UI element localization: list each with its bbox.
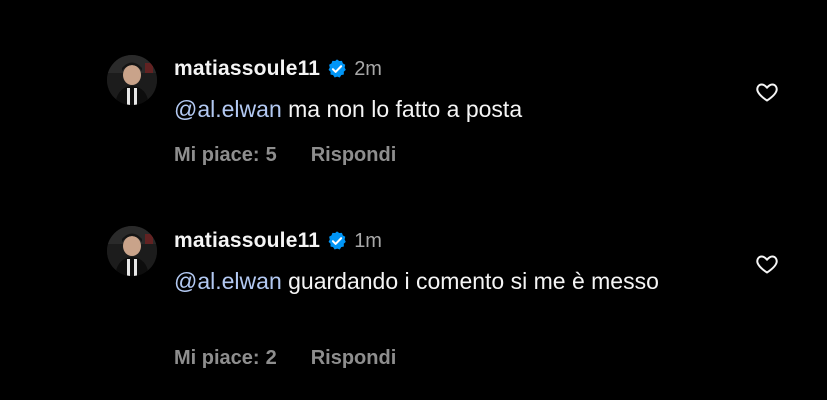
heart-outline-icon[interactable]: [755, 80, 779, 104]
likes-count-button[interactable]: Mi piace: 2: [174, 347, 277, 370]
likes-value: 2: [265, 346, 277, 369]
comment-actions: Mi piace: 5 Rispondi: [174, 141, 396, 169]
verified-badge-icon: [326, 230, 348, 252]
reply-button[interactable]: Rispondi: [311, 144, 397, 167]
reply-button[interactable]: Rispondi: [311, 347, 397, 370]
mention-link[interactable]: @al.elwan: [174, 268, 282, 294]
heart-outline-icon[interactable]: [755, 252, 779, 276]
comment-header: matiassoule11 1m: [174, 226, 382, 256]
comment-text: @al.elwan ma non lo fatto a posta: [174, 92, 734, 126]
likes-label: Mi piace:: [174, 346, 260, 369]
likes-count-button[interactable]: Mi piace: 5: [174, 144, 277, 167]
timestamp: 2m: [354, 57, 382, 80]
verified-badge-icon: [326, 58, 348, 80]
likes-label: Mi piace:: [174, 143, 260, 166]
comment-actions: Mi piace: 2 Rispondi: [174, 344, 396, 372]
comment-body: guardando i comento si me è messo: [288, 268, 659, 294]
username-link[interactable]: matiassoule11: [174, 229, 320, 253]
username-link[interactable]: matiassoule11: [174, 57, 320, 81]
likes-value: 5: [265, 143, 277, 166]
mention-link[interactable]: @al.elwan: [174, 96, 282, 122]
avatar[interactable]: [107, 55, 157, 105]
avatar[interactable]: [107, 226, 157, 276]
timestamp: 1m: [354, 229, 382, 252]
comment-header: matiassoule11 2m: [174, 54, 382, 84]
comment-body: ma non lo fatto a posta: [288, 96, 523, 122]
comment-text: @al.elwan guardando i comento si me è me…: [174, 264, 704, 298]
